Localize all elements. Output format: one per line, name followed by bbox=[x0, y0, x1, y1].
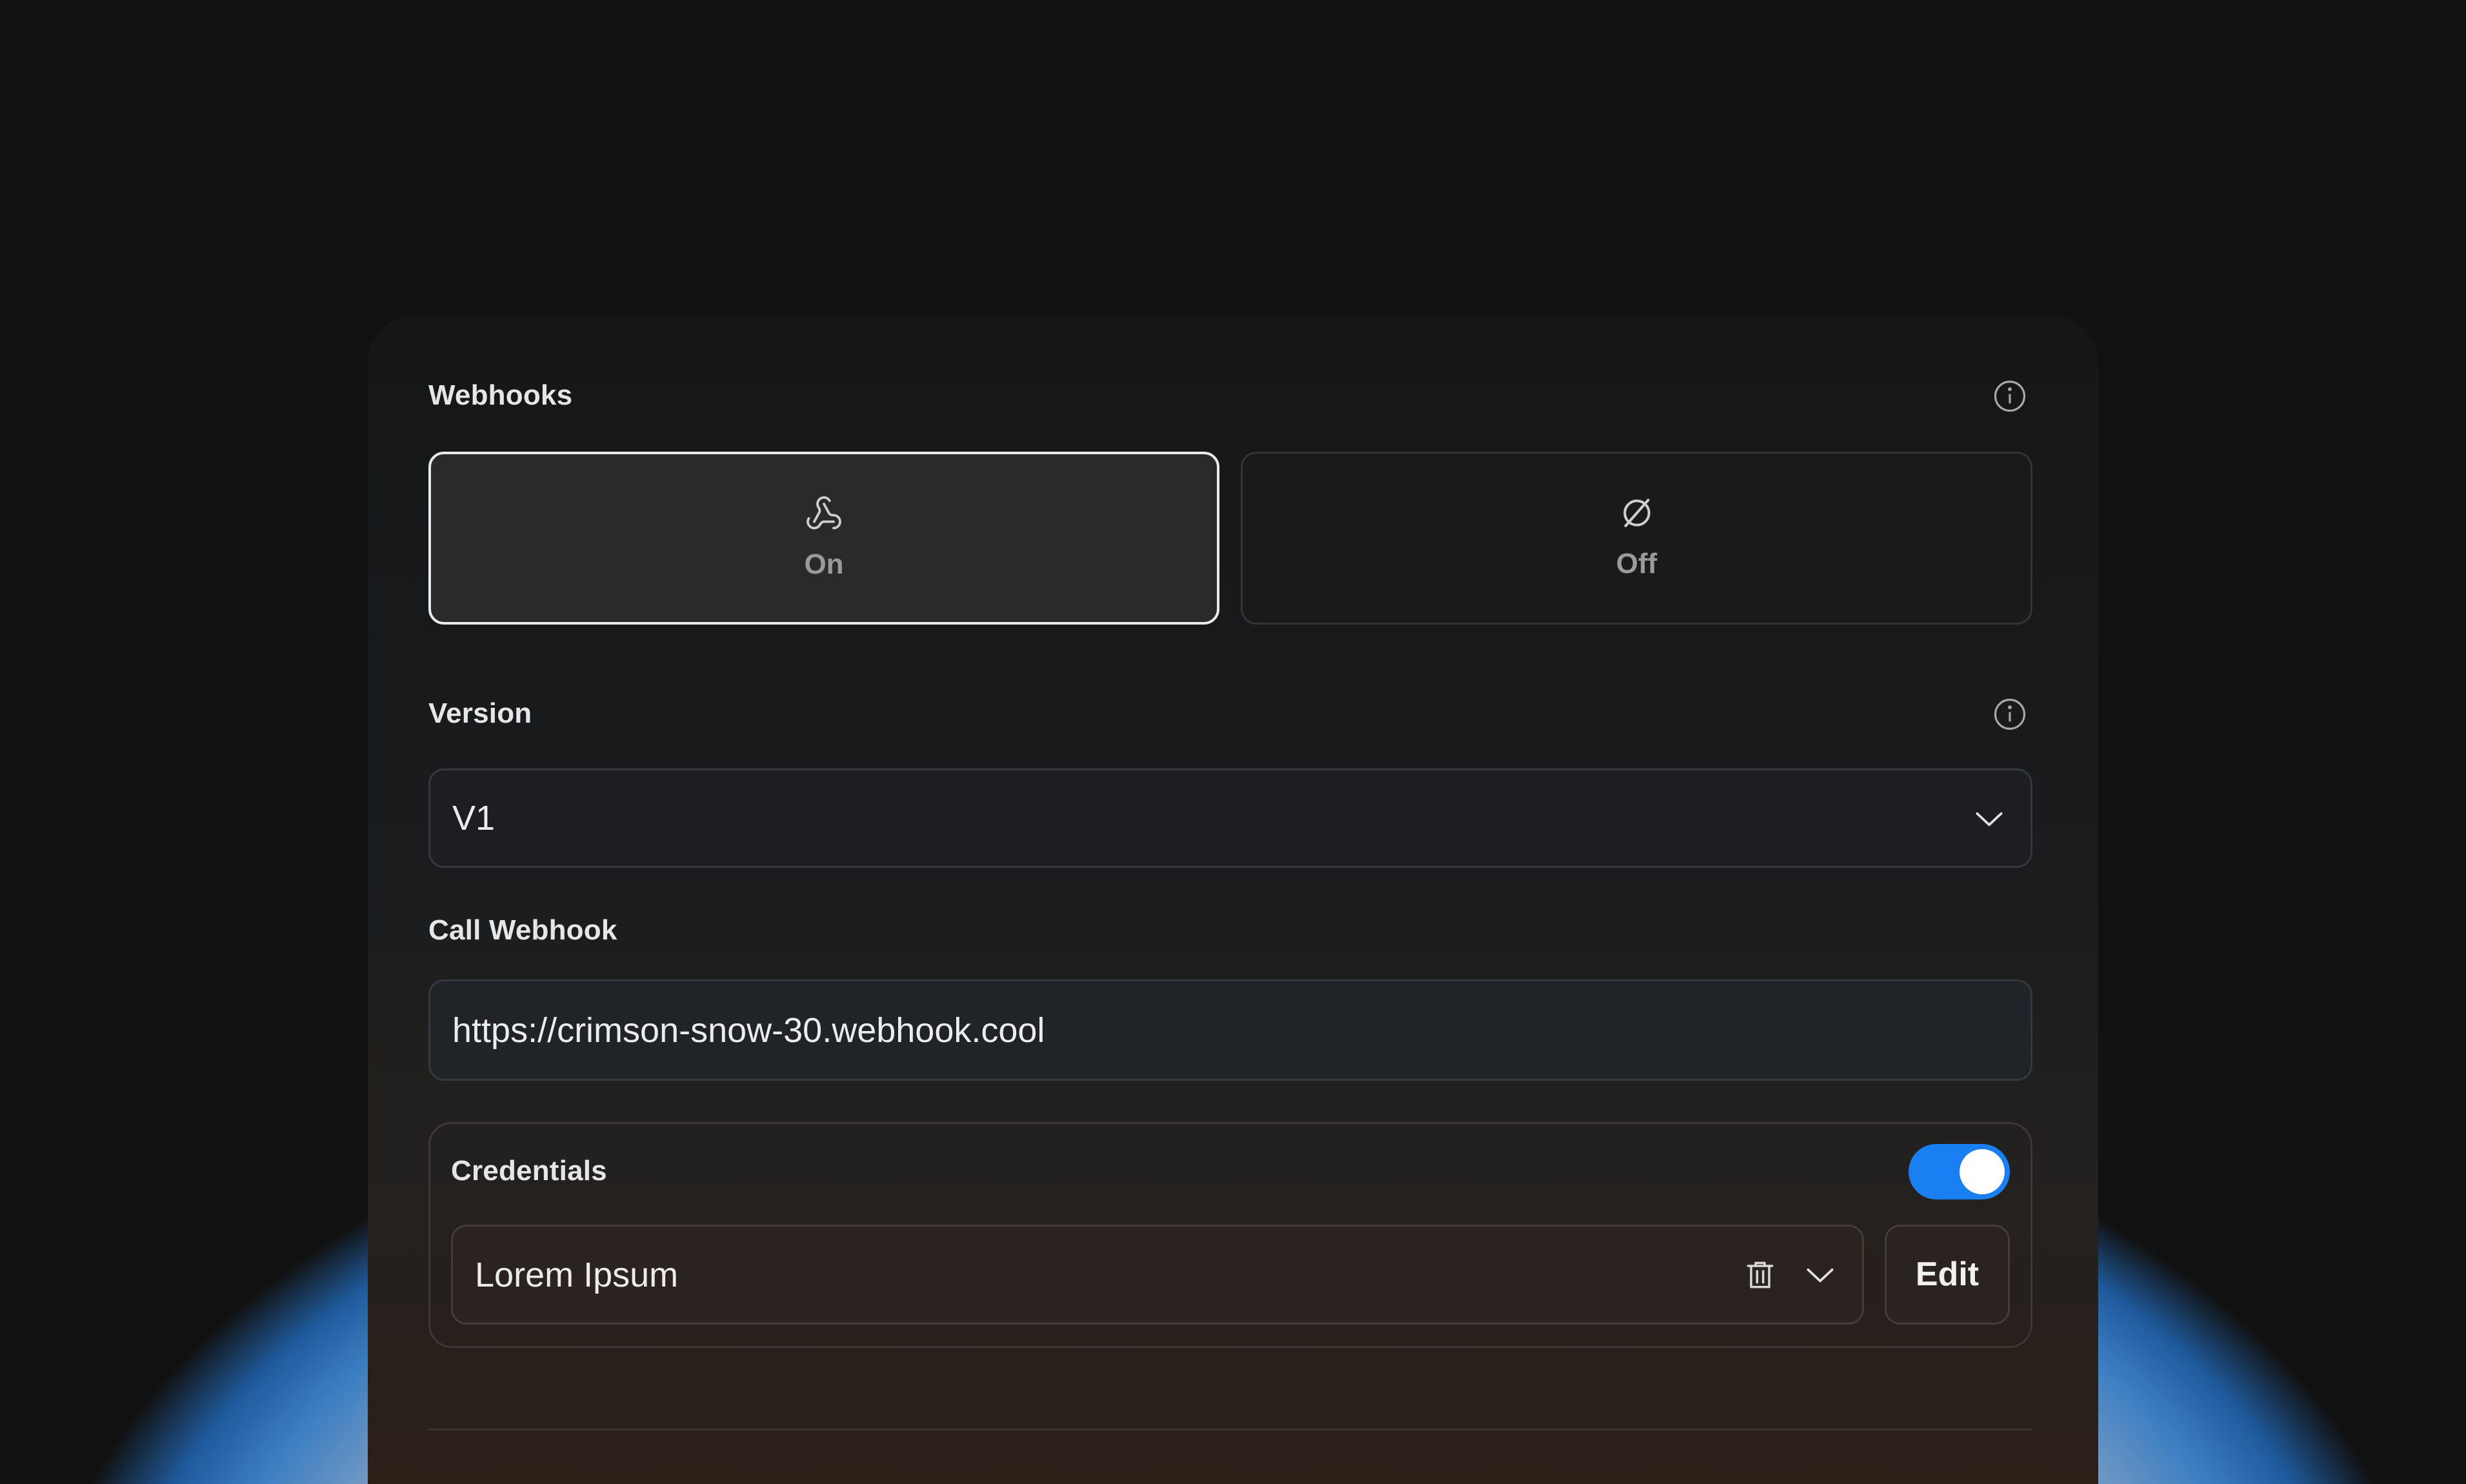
info-icon[interactable] bbox=[1992, 379, 2027, 414]
call-webhook-label: Call Webhook bbox=[428, 914, 617, 946]
chevron-down-icon[interactable] bbox=[1971, 801, 2007, 837]
credentials-label: Credentials bbox=[451, 1155, 607, 1187]
webhook-icon bbox=[805, 494, 843, 533]
toggle-knob bbox=[1960, 1149, 2005, 1194]
version-value: V1 bbox=[452, 799, 496, 837]
version-label: Version bbox=[428, 697, 532, 729]
trash-icon[interactable] bbox=[1742, 1257, 1778, 1293]
credentials-value: Lorem Ipsum bbox=[475, 1255, 679, 1294]
credentials-toggle[interactable] bbox=[1909, 1144, 2010, 1199]
webhook-url-input[interactable]: https://crimson-snow-30.webhook.cool bbox=[428, 979, 2032, 1081]
webhooks-off-option[interactable]: Off bbox=[1241, 452, 2032, 625]
webhooks-on-label: On bbox=[804, 548, 844, 580]
background: Webhooks On Off Version V1 Call Webhook … bbox=[0, 0, 2466, 1484]
webhooks-label: Webhooks bbox=[428, 379, 573, 411]
webhooks-off-label: Off bbox=[1616, 548, 1658, 579]
credentials-select[interactable]: Lorem Ipsum bbox=[451, 1225, 1864, 1325]
edit-credentials-button[interactable]: Edit bbox=[1885, 1225, 2010, 1325]
webhooks-on-option[interactable]: On bbox=[428, 452, 1219, 625]
webhook-url-value: https://crimson-snow-30.webhook.cool bbox=[452, 1010, 1045, 1050]
version-select[interactable]: V1 bbox=[428, 768, 2032, 868]
empty-set-icon bbox=[1618, 494, 1656, 532]
info-icon[interactable] bbox=[1992, 697, 2027, 732]
chevron-down-icon[interactable] bbox=[1802, 1257, 1838, 1293]
section-divider bbox=[428, 1429, 2032, 1430]
